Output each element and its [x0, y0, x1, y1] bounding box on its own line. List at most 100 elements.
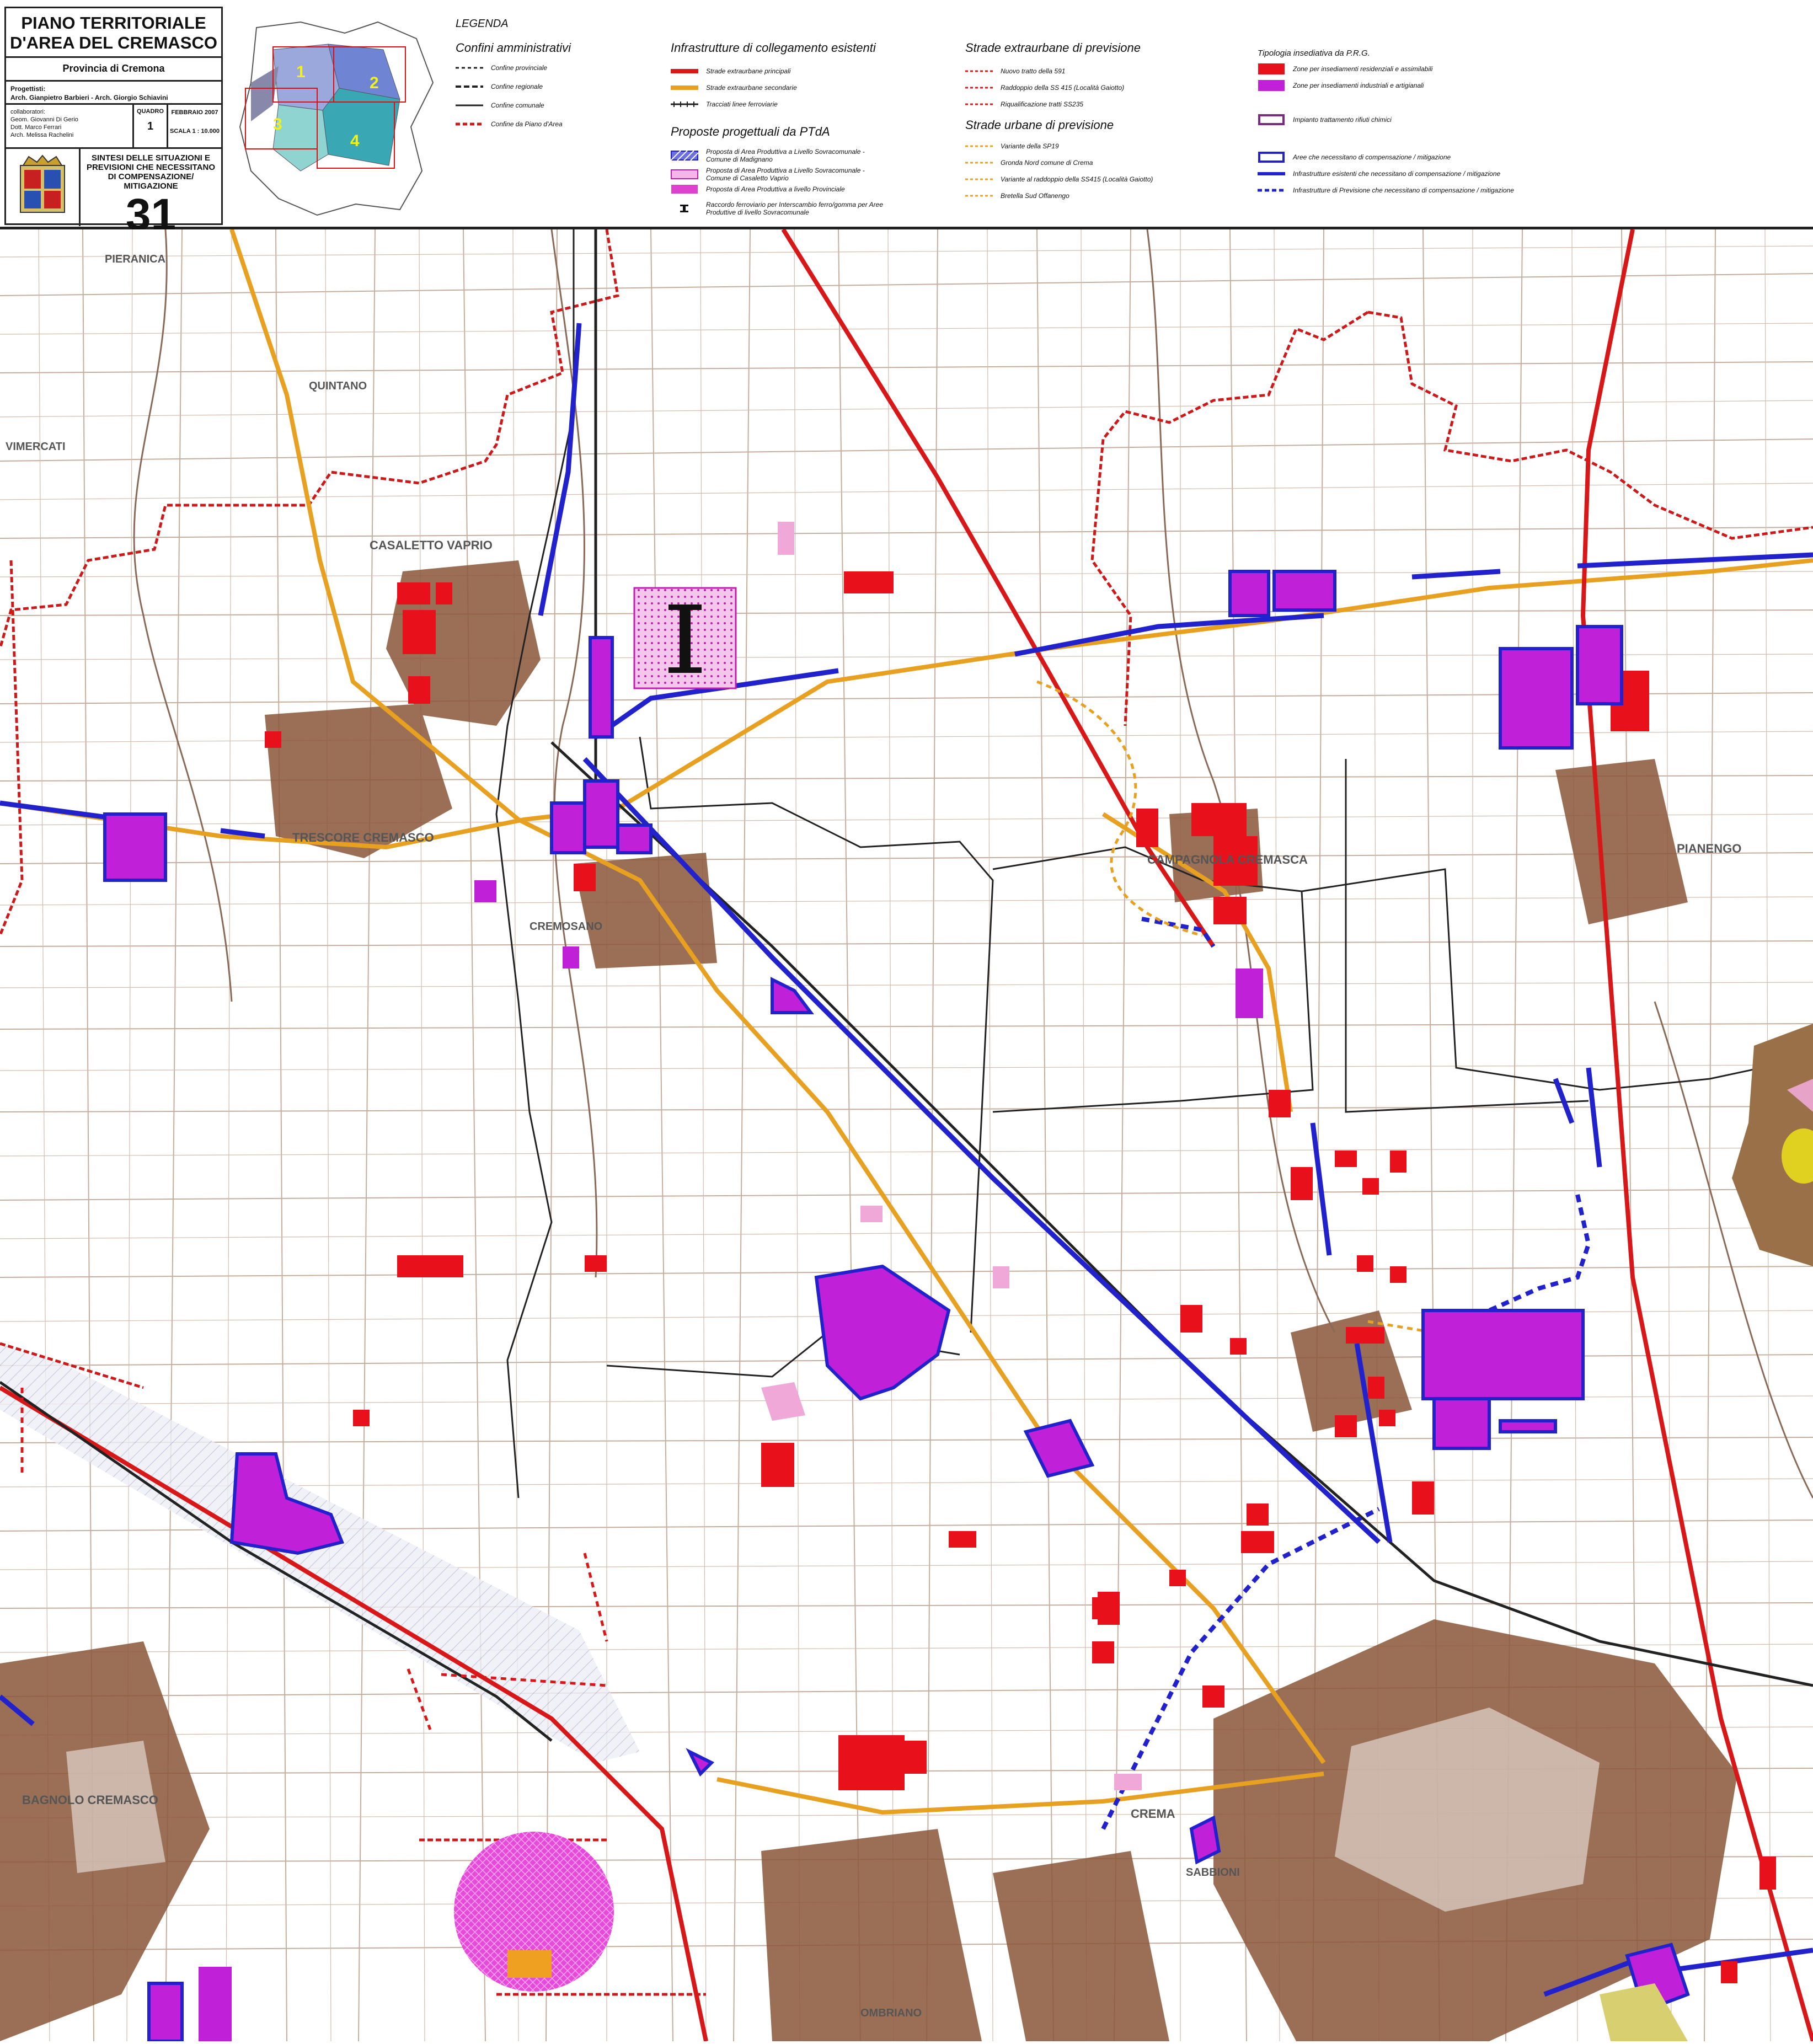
date-label: FEBBRAIO 2007: [171, 109, 218, 116]
orange-dashed-road-icon: [965, 178, 993, 180]
place-label: OMBRIANO: [860, 2007, 922, 2019]
orange-dashed-road-icon: [965, 145, 993, 147]
legend-item: Gronda Nord comune di Crema: [965, 159, 1093, 167]
designers-names: Arch. Gianpietro Barbieri - Arch. Giorgi…: [10, 94, 168, 101]
subject-line: SINTESI DELLE SITUAZIONI E: [91, 153, 211, 163]
red-dashed-road-icon: [965, 103, 993, 105]
legend-item: Riqualificazione tratti SS235: [965, 100, 1083, 108]
hatched-magenta-area-icon: [671, 185, 698, 194]
plan-title: PIANO TERRITORIALE D'AREA DEL CREMASCO: [6, 8, 221, 58]
red-dashed-road-icon: [965, 87, 993, 89]
dashed-line-icon: [456, 67, 483, 69]
place-label: BAGNOLO CREMASCO: [22, 1793, 158, 1807]
place-label: CAMPAGNOLA CREMASCA: [1147, 853, 1308, 866]
legend-item: Zone per insediamenti industriali e arti…: [1258, 79, 1424, 92]
railway-icon: [671, 101, 698, 107]
rail-connection-icon: [680, 205, 688, 212]
legend-label: Infrastrutture esistenti che necessitano…: [1293, 170, 1501, 178]
legend-item: Proposta di Area Produttiva a Livello So…: [671, 148, 880, 163]
hatched-blue-area-icon: [671, 151, 698, 160]
collaborators-block: collaboratori: Geom. Giovanni Di Gerio D…: [6, 105, 134, 147]
legend-item: Strade extraurbane secondarie: [671, 84, 797, 92]
plan-title-line2: D'AREA DEL CREMASCO: [10, 33, 217, 52]
legend-label: Strade extraurbane principali: [706, 67, 791, 75]
industrial-zone-icon: [1258, 80, 1285, 91]
red-road-icon: [671, 69, 698, 73]
dotted-pink-area-icon: [671, 169, 698, 179]
quadro-label: QUADRO: [137, 108, 164, 115]
solid-line-icon: [456, 104, 483, 106]
legend: LEGENDA Confini amministrativi Confine p…: [452, 10, 1809, 225]
place-label: SABBIONI: [1186, 1866, 1240, 1879]
legend-item: Confine regionale: [456, 83, 543, 90]
place-label: PIANENGO: [1677, 842, 1741, 855]
collaborators-label: collaboratori:: [10, 109, 45, 115]
sheet-header: PIANO TERRITORIALE D'AREA DEL CREMASCO P…: [0, 0, 1813, 238]
key-map: 1 2 3 4: [234, 17, 444, 221]
legend-label: Confine da Piano d'Area: [491, 120, 563, 128]
legend-label: Proposta di Area Produttiva a livello Pr…: [706, 185, 845, 193]
place-label: CASALETTO VAPRIO: [370, 538, 493, 552]
orange-road-icon: [671, 85, 698, 90]
legend-label: Tracciati linee ferroviarie: [706, 100, 778, 108]
legend-item: Infrastrutture esistenti che necessitano…: [1258, 170, 1500, 178]
sheet-id-row: SINTESI DELLE SITUAZIONI E PREVISIONI CH…: [6, 149, 221, 238]
subject-line: DI COMPENSAZIONE/: [108, 172, 194, 181]
place-label: PIERANICA: [105, 253, 165, 265]
legend-label: Zone per insediamenti industriali e arti…: [1293, 82, 1424, 89]
legend-item: Nuovo tratto della 591: [965, 67, 1065, 75]
legend-heading-proposals: Proposte progettuali da PTdA: [671, 125, 830, 138]
orange-dashed-road-icon: [965, 195, 993, 197]
legend-label: Infrastrutture di Previsione che necessi…: [1293, 186, 1514, 194]
place-label: QUINTANO: [309, 380, 367, 392]
legend-label: Bretella Sud Offanengo: [1001, 192, 1069, 200]
key-quadrant-3: 3: [273, 115, 282, 133]
legend-label: Raccordo ferroviario per Interscambio fe…: [706, 201, 884, 216]
legend-item: Impianto trattamento rifiuti chimici: [1258, 114, 1392, 126]
legend-heading-settlement-type: Tipologia insediativa da P.R.G.: [1258, 49, 1370, 58]
waste-plant-area: [507, 1950, 552, 1978]
place-label: TRESCORE CREMASCO: [292, 831, 434, 844]
residential-zone-icon: [1258, 63, 1285, 74]
title-block: PIANO TERRITORIALE D'AREA DEL CREMASCO P…: [4, 7, 223, 238]
blue-dashed-line-icon: [1258, 189, 1285, 192]
legend-label: Variante della SP19: [1001, 142, 1059, 150]
legend-item: Confine comunale: [456, 101, 544, 109]
legend-item: Aree che necessitano di compensazione / …: [1258, 151, 1451, 163]
collaborator-name: Geom. Giovanni Di Gerio: [10, 116, 78, 123]
subject-line: PREVISIONI CHE NECESSITANO: [86, 163, 216, 172]
legend-item: Proposta di Area Produttiva a livello Pr…: [671, 184, 880, 194]
quadro-value: 1: [147, 120, 154, 132]
quadro-cell: QUADRO 1: [134, 105, 168, 147]
sheet-subject: SINTESI DELLE SITUAZIONI E PREVISIONI CH…: [81, 149, 221, 238]
legend-label: Zone per insediamenti residenziali e ass…: [1293, 65, 1433, 73]
collaborator-name: Dott. Marco Ferrari: [10, 124, 62, 131]
collaborator-name: Arch. Melissa Rachelini: [10, 132, 74, 138]
legend-item: Infrastrutture di Previsione che necessi…: [1258, 186, 1514, 194]
legend-label: Variante al raddoppio della SS415 (Local…: [1001, 175, 1153, 183]
legend-heading-planned-extraurban: Strade extraurbane di previsione: [965, 41, 1141, 55]
key-quadrant-2: 2: [370, 74, 379, 92]
place-label: CREMOSANO: [530, 921, 602, 933]
waste-plant-icon: [1258, 114, 1285, 125]
legend-item: Variante al raddoppio della SS415 (Local…: [965, 175, 1153, 183]
legend-label: Proposta di Area Produttiva a Livello So…: [706, 148, 865, 163]
province-label: Provincia di Cremona: [6, 58, 221, 82]
legend-label: Proposta di Area Produttiva a Livello So…: [706, 167, 865, 182]
legend-item: Variante della SP19: [965, 142, 1059, 150]
designers-block: Progettisti: Arch. Gianpietro Barbieri -…: [6, 82, 221, 105]
legend-item: Confine provinciale: [456, 64, 547, 72]
legend-label: Impianto trattamento rifiuti chimici: [1293, 116, 1392, 124]
legend-item: Proposta di Area Produttiva a Livello So…: [671, 167, 880, 182]
legend-label: Raddoppio della SS 415 (Località Gaiotto…: [1001, 84, 1125, 92]
scale-label: SCALA 1 : 10.000: [169, 128, 220, 135]
legend-heading-infrastructure: Infrastrutture di collegamento esistenti: [671, 41, 876, 55]
plan-title-line1: PIANO TERRITORIALE: [21, 13, 206, 33]
legend-item: Raddoppio della SS 415 (Località Gaiotto…: [965, 84, 1124, 92]
legend-item: Bretella Sud Offanengo: [965, 192, 1069, 200]
legend-label: Gronda Nord comune di Crema: [1001, 159, 1093, 167]
legend-label: Confine comunale: [491, 101, 544, 109]
legend-item: Zone per insediamenti residenziali e ass…: [1258, 63, 1432, 75]
legend-item: Tracciati linee ferroviarie: [671, 100, 778, 108]
key-quadrant-1: 1: [296, 63, 306, 81]
